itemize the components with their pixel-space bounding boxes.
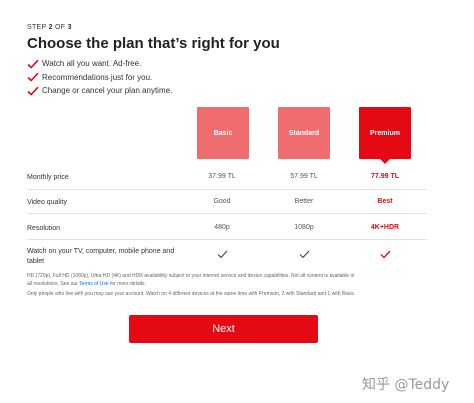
next-button[interactable]: Next [129,315,318,343]
basic-price: 37.99 TL [208,173,236,180]
table-row-price: Monthly price 37.99 TL 57.99 TL 77.99 TL [27,165,427,190]
premium-devices [355,250,415,261]
terms-of-use-link[interactable]: Terms of Use [79,281,108,287]
watermark: 知乎 @Teddy [362,377,450,393]
household-disclaimer: Only people who live with you may use yo… [27,291,356,297]
standard-price: 57.99 TL [290,173,318,180]
step-indicator: STEP 2 OF 3 [27,24,72,31]
premium-resolution: 4K+HDR [370,224,400,231]
row-label: Watch on your TV, computer, mobile phone… [27,248,175,265]
check-icon [27,59,39,69]
caret-down-icon [380,159,390,164]
disclaimer-text-end: for more details. [108,280,146,287]
table-row-resolution: Resolution 480p 1080p 4K+HDR [27,214,427,240]
checkmark-icon [299,250,309,259]
checkmark-icon [380,250,390,259]
plan-name: Standard [288,129,320,137]
checkmark-icon [217,250,227,259]
feature-text: Recommendations just for you. [42,72,153,82]
disclaimer-text: HD (720p), Full HD (1080p), Ultra HD (4K… [27,273,355,287]
premium-price: 77.99 TL [370,173,399,180]
standard-devices [274,250,334,261]
premium-video-quality: Best [377,198,393,205]
basic-resolution: 480p [214,224,230,231]
plan-standard-card[interactable]: Standard [278,107,330,159]
row-label: Resolution [27,225,61,232]
feature-list: Watch all you want. Ad-free. Recommendat… [27,57,172,98]
check-icon [27,72,39,82]
plan-basic-card[interactable]: Basic [197,107,249,159]
row-label: Monthly price [27,174,69,181]
feature-item: Recommendations just for you. [27,71,172,84]
plan-name: Premium [370,129,400,137]
availability-disclaimer: HD (720p), Full HD (1080p), Ultra HD (4K… [27,273,357,288]
feature-item: Watch all you want. Ad-free. [27,57,172,70]
basic-video-quality: Good [213,198,231,205]
row-label: Video quality [27,199,67,206]
table-row-video-quality: Video quality Good Better Best [27,190,427,214]
plan-premium-card[interactable]: Premium [359,107,411,159]
plan-name: Basic [213,129,233,137]
check-icon [27,86,39,96]
feature-item: Change or cancel your plan anytime. [27,84,172,97]
standard-video-quality: Better [294,198,314,205]
feature-text: Watch all you want. Ad-free. [42,59,142,68]
table-row-devices: Watch on your TV, computer, mobile phone… [27,240,427,270]
step-mid: OF [52,24,68,31]
step-total: 3 [67,24,72,31]
page-title: Choose the plan that’s right for you [27,35,280,52]
standard-resolution: 1080p [294,224,314,231]
step-prefix: STEP [27,24,49,31]
basic-devices [192,250,252,261]
feature-text: Change or cancel your plan anytime. [42,86,173,95]
